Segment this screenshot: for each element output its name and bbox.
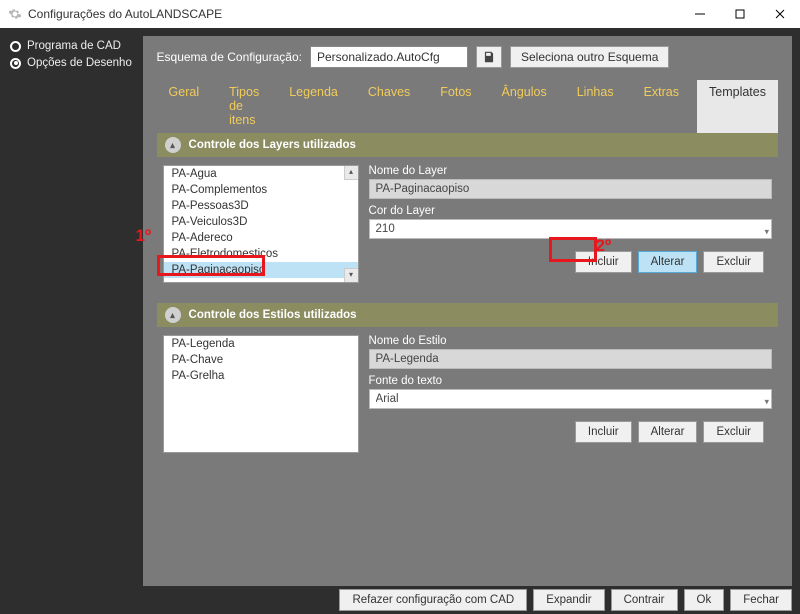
layer-color-label: Cor do Layer (369, 205, 772, 217)
list-item[interactable]: PA-Legenda (164, 336, 358, 352)
list-item[interactable]: PA-Grelha (164, 368, 358, 384)
tab-extras[interactable]: Extras (632, 80, 691, 133)
style-excluir-button[interactable]: Excluir (703, 421, 764, 443)
fechar-button[interactable]: Fechar (730, 589, 792, 611)
tab-fotos[interactable]: Fotos (428, 80, 483, 133)
close-button[interactable] (760, 0, 800, 28)
save-scheme-button[interactable] (476, 46, 502, 68)
styles-header-label: Controle dos Estilos utilizados (189, 309, 357, 321)
scheme-input[interactable] (310, 46, 468, 68)
style-font-label: Fonte do texto (369, 375, 772, 387)
radio-icon (10, 58, 21, 69)
list-item[interactable]: PA-Pessoas3D (164, 198, 358, 214)
layer-name-label: Nome do Layer (369, 165, 772, 177)
floppy-icon (482, 50, 496, 64)
gear-icon (8, 7, 22, 21)
list-item-selected[interactable]: PA-Paginacaopiso (164, 262, 358, 278)
layer-alterar-button[interactable]: Alterar (638, 251, 698, 273)
list-item[interactable]: PA-Complementos (164, 182, 358, 198)
ok-button[interactable]: Ok (684, 589, 725, 611)
style-incluir-button[interactable]: Incluir (575, 421, 632, 443)
list-item[interactable]: PA-Eletrodomesticos (164, 246, 358, 262)
layers-body: ▴ PA-Agua PA-Complementos PA-Pessoas3D P… (157, 157, 778, 293)
tab-tipos-itens[interactable]: Tipos de itens (217, 80, 271, 133)
tab-angulos[interactable]: Ângulos (490, 80, 559, 133)
title-bar: Configurações do AutoLANDSCAPE (0, 0, 800, 28)
list-item[interactable]: PA-Adereco (164, 230, 358, 246)
list-item[interactable]: PA-Agua (164, 166, 358, 182)
layers-listbox[interactable]: ▴ PA-Agua PA-Complementos PA-Pessoas3D P… (163, 165, 359, 283)
radio-programa-cad[interactable]: Programa de CAD (10, 40, 133, 52)
layer-form: Nome do Layer Cor do Layer ▾ Incluir Alt… (369, 165, 772, 283)
tab-templates[interactable]: Templates (697, 80, 778, 133)
content-area: Programa de CAD Opções de Desenho Esquem… (0, 28, 800, 586)
layer-excluir-button[interactable]: Excluir (703, 251, 764, 273)
scheme-row: Esquema de Configuração: Seleciona outro… (143, 36, 792, 74)
refazer-button[interactable]: Refazer configuração com CAD (339, 589, 527, 611)
layer-name-input[interactable] (369, 179, 772, 199)
expandir-button[interactable]: Expandir (533, 589, 604, 611)
styles-listbox[interactable]: PA-Legenda PA-Chave PA-Grelha (163, 335, 359, 453)
radio-label: Opções de Desenho (27, 57, 132, 69)
radio-opcoes-desenho[interactable]: Opções de Desenho (10, 57, 133, 69)
style-form: Nome do Estilo Fonte do texto ▾ Incluir … (369, 335, 772, 453)
scheme-label: Esquema de Configuração: (157, 50, 302, 64)
layer-color-input[interactable] (369, 219, 772, 239)
scroll-down-icon[interactable]: ▾ (344, 268, 358, 282)
layers-header[interactable]: ▴ Controle dos Layers utilizados (157, 133, 778, 157)
layer-incluir-button[interactable]: Incluir (575, 251, 632, 273)
style-name-label: Nome do Estilo (369, 335, 772, 347)
maximize-button[interactable] (720, 0, 760, 28)
radio-icon (10, 41, 21, 52)
list-item[interactable]: PA-Chave (164, 352, 358, 368)
chevron-down-icon[interactable]: ▾ (764, 227, 769, 238)
chevron-up-icon: ▴ (165, 307, 181, 323)
list-item[interactable]: PA-Veiculos3D (164, 214, 358, 230)
styles-header[interactable]: ▴ Controle dos Estilos utilizados (157, 303, 778, 327)
style-name-input[interactable] (369, 349, 772, 369)
bottom-bar: Refazer configuração com CAD Expandir Co… (0, 586, 800, 614)
scroll-up-icon[interactable]: ▴ (344, 166, 358, 180)
select-other-scheme-button[interactable]: Seleciona outro Esquema (510, 46, 669, 68)
layer-buttons: Incluir Alterar Excluir (369, 251, 772, 273)
window-title: Configurações do AutoLANDSCAPE (28, 7, 222, 21)
tab-legenda[interactable]: Legenda (277, 80, 350, 133)
tabs: Geral Tipos de itens Legenda Chaves Foto… (143, 74, 792, 133)
chevron-up-icon: ▴ (165, 137, 181, 153)
contrair-button[interactable]: Contrair (611, 589, 678, 611)
radio-label: Programa de CAD (27, 40, 121, 52)
tab-linhas[interactable]: Linhas (565, 80, 626, 133)
sidebar: Programa de CAD Opções de Desenho (0, 28, 143, 586)
minimize-button[interactable] (680, 0, 720, 28)
tab-chaves[interactable]: Chaves (356, 80, 422, 133)
main-panel: Esquema de Configuração: Seleciona outro… (143, 36, 792, 586)
style-buttons: Incluir Alterar Excluir (369, 421, 772, 443)
chevron-down-icon[interactable]: ▾ (764, 397, 769, 408)
layers-header-label: Controle dos Layers utilizados (189, 139, 356, 151)
style-alterar-button[interactable]: Alterar (638, 421, 698, 443)
styles-body: PA-Legenda PA-Chave PA-Grelha Nome do Es… (157, 327, 778, 463)
style-font-input[interactable] (369, 389, 772, 409)
tab-geral[interactable]: Geral (157, 80, 212, 133)
